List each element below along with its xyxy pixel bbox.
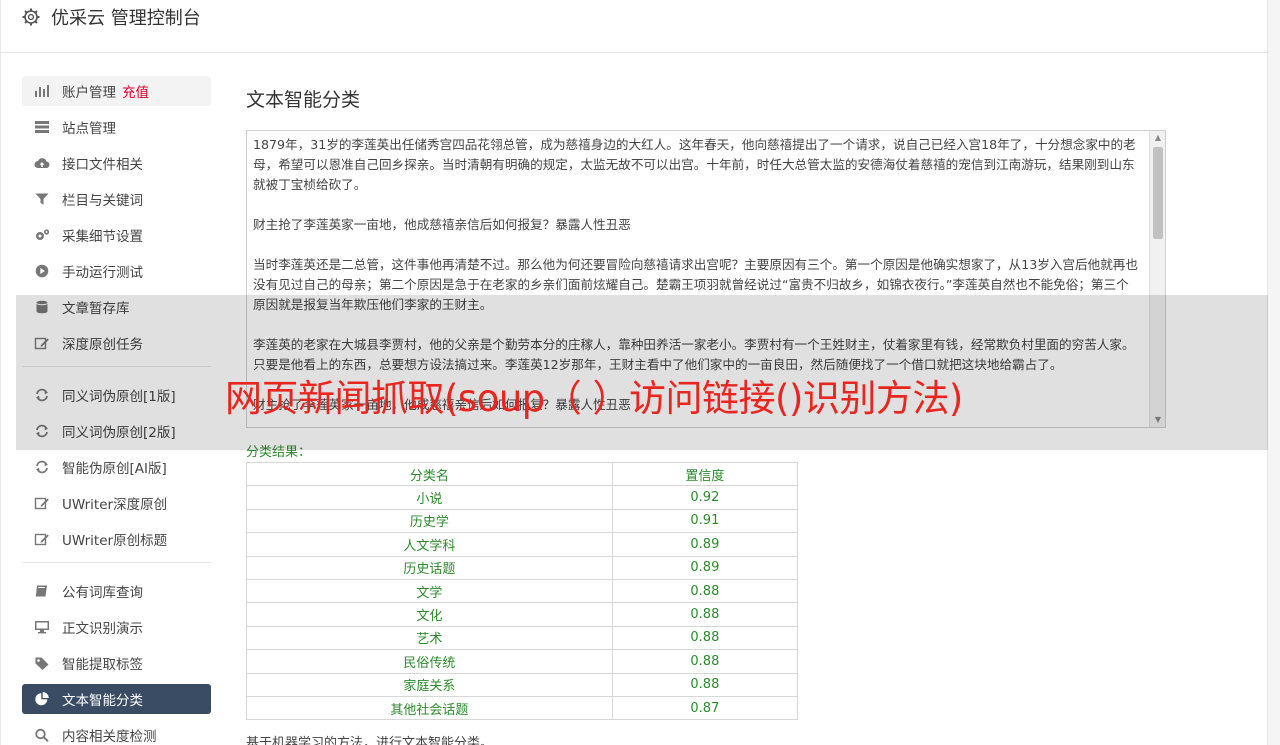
category-cell: 其他社会话题 bbox=[246, 695, 613, 721]
table-row: 文学 0.88 bbox=[246, 578, 799, 604]
bar-chart-icon bbox=[34, 83, 50, 99]
table-row: 历史学 0.91 bbox=[246, 508, 799, 534]
overlay-headline: 网页新闻抓取(soup（ ）访问链接()识别方法) bbox=[225, 377, 963, 420]
play-circle-icon bbox=[34, 263, 50, 279]
sidebar-item-public-lexicon[interactable]: 公有词库查询 bbox=[22, 576, 211, 606]
sidebar-item-label: 文本智能分类 bbox=[62, 693, 143, 709]
sidebar-item-manual-run[interactable]: 手动运行测试 bbox=[22, 256, 211, 286]
edit-icon bbox=[34, 495, 50, 511]
filter-icon bbox=[34, 191, 50, 207]
confidence-cell: 0.88 bbox=[611, 672, 799, 697]
classification-table: 分类名 置信度 小说 0.92 历史学 0.91 人文学科 0.89 历史话题 0.89… bbox=[246, 461, 799, 721]
sidebar-item-relevance[interactable]: 内容相关度检测 bbox=[22, 720, 211, 745]
confidence-cell: 0.91 bbox=[611, 508, 799, 534]
table-row: 文化 0.88 bbox=[246, 602, 799, 627]
sidebar-item-collect-settings[interactable]: 采集细节设置 bbox=[22, 220, 211, 250]
pie-chart-icon bbox=[34, 691, 50, 707]
sidebar-item-uwriter-title[interactable]: UWriter原创标题 bbox=[22, 524, 211, 554]
sidebar-item-label: 公有词库查询 bbox=[62, 585, 143, 601]
sidebar-item-label: UWriter原创标题 bbox=[62, 533, 168, 549]
refresh-icon bbox=[34, 459, 50, 475]
table-row: 其他社会话题 0.87 bbox=[246, 695, 799, 721]
scroll-up-arrow-icon[interactable]: ▲ bbox=[1150, 131, 1165, 145]
table-row: 艺术 0.88 bbox=[246, 625, 799, 651]
page-title: 文本智能分类 bbox=[246, 89, 361, 111]
gear-icon bbox=[21, 7, 41, 27]
confidence-cell: 0.88 bbox=[611, 578, 799, 604]
book-icon bbox=[34, 583, 50, 599]
category-cell: 文学 bbox=[246, 578, 613, 604]
edit-icon bbox=[34, 531, 50, 547]
sidebar-item-label: 采集细节设置 bbox=[62, 229, 143, 245]
table-row: 民俗传统 0.88 bbox=[246, 649, 799, 674]
console-panel: 优采云 管理控制台 账户管理 充值 站点管理 接口文件相关 栏目与关键词 采集细… bbox=[0, 0, 1269, 745]
table-row: 人文学科 0.89 bbox=[246, 532, 799, 557]
confidence-cell: 0.89 bbox=[611, 555, 799, 580]
table-row: 家庭关系 0.88 bbox=[246, 672, 799, 697]
console-title: 优采云 管理控制台 bbox=[51, 8, 201, 29]
confidence-cell: 0.87 bbox=[611, 695, 799, 721]
article-paragraph: 财主抢了李莲英家一亩地，他成慈禧亲信后如何报复？暴露人性丑恶 bbox=[253, 217, 631, 232]
confidence-cell: 0.88 bbox=[611, 649, 799, 674]
table-row: 历史话题 0.89 bbox=[246, 555, 799, 580]
category-cell: 历史学 bbox=[246, 508, 613, 534]
category-cell: 民俗传统 bbox=[246, 649, 613, 674]
category-cell: 历史话题 bbox=[246, 555, 613, 580]
sidebar-item-label: 手动运行测试 bbox=[62, 265, 143, 281]
tag-icon bbox=[34, 655, 50, 671]
sidebar-item-sites[interactable]: 站点管理 bbox=[22, 112, 211, 142]
sidebar-item-ai-rewrite[interactable]: 智能伪原创[AI版] bbox=[22, 452, 211, 482]
sidebar-item-label: 站点管理 bbox=[62, 121, 116, 137]
column-header-confidence: 置信度 bbox=[611, 461, 799, 487]
page-background: 优采云 管理控制台 账户管理 充值 站点管理 接口文件相关 栏目与关键词 采集细… bbox=[0, 0, 1280, 745]
table-row: 小说 0.92 bbox=[246, 485, 799, 510]
sidebar-item-label: 智能提取标签 bbox=[62, 657, 143, 673]
monitor-icon bbox=[34, 619, 50, 635]
console-header: 优采云 管理控制台 bbox=[1, 0, 1269, 53]
category-cell: 艺术 bbox=[246, 625, 613, 651]
column-header-category: 分类名 bbox=[246, 461, 613, 487]
sidebar-item-label: UWriter深度原创 bbox=[62, 497, 168, 513]
sidebar-item-text-recognition[interactable]: 正文识别演示 bbox=[22, 612, 211, 642]
sidebar-item-label: 内容相关度检测 bbox=[62, 729, 157, 745]
article-paragraph: 1879年，31岁的李莲英出任储秀宫四品花翎总管，成为慈禧身边的大红人。这年春天… bbox=[253, 137, 1136, 192]
sidebar-item-uwriter-deep[interactable]: UWriter深度原创 bbox=[22, 488, 211, 518]
sidebar-item-label: 正文识别演示 bbox=[62, 621, 143, 637]
footnote-text: 基于机器学习的方法，进行文本智能分类。 bbox=[246, 736, 494, 745]
sidebar-item-tag-extract[interactable]: 智能提取标签 bbox=[22, 648, 211, 678]
sidebar-item-label: 智能伪原创[AI版] bbox=[62, 461, 167, 477]
sidebar-divider bbox=[22, 562, 211, 563]
category-cell: 小说 bbox=[246, 485, 613, 510]
category-cell: 文化 bbox=[246, 602, 613, 627]
cloud-upload-icon bbox=[34, 155, 50, 171]
sidebar-item-account[interactable]: 账户管理 充值 bbox=[22, 76, 211, 106]
sidebar-item-label: 账户管理 bbox=[62, 85, 116, 101]
confidence-cell: 0.92 bbox=[611, 485, 799, 510]
table-header-row: 分类名 置信度 bbox=[246, 461, 799, 487]
confidence-cell: 0.88 bbox=[611, 625, 799, 651]
sidebar-item-label: 栏目与关键词 bbox=[62, 193, 143, 209]
confidence-cell: 0.89 bbox=[611, 532, 799, 557]
sidebar-item-interface-files[interactable]: 接口文件相关 bbox=[22, 148, 211, 178]
gears-icon bbox=[34, 227, 50, 243]
search-icon bbox=[34, 727, 50, 743]
category-cell: 家庭关系 bbox=[246, 672, 613, 697]
recharge-link[interactable]: 充值 bbox=[122, 81, 149, 101]
server-icon bbox=[34, 119, 50, 135]
scroll-thumb[interactable] bbox=[1153, 147, 1163, 239]
sidebar-item-text-classify[interactable]: 文本智能分类 bbox=[22, 684, 211, 714]
sidebar-item-columns-keywords[interactable]: 栏目与关键词 bbox=[22, 184, 211, 214]
sidebar-item-label: 接口文件相关 bbox=[62, 157, 143, 173]
category-cell: 人文学科 bbox=[246, 532, 613, 557]
confidence-cell: 0.88 bbox=[611, 602, 799, 627]
